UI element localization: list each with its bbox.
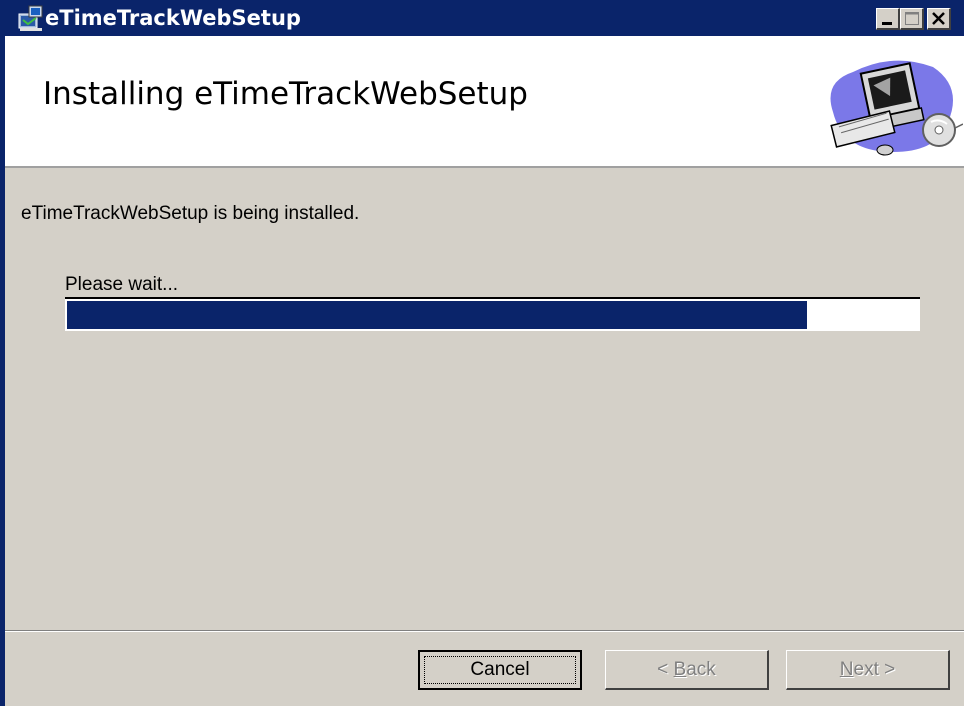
next-button-label-rest: ext > — [853, 658, 896, 680]
back-button[interactable]: < Back — [605, 650, 769, 690]
install-progress-bar — [65, 297, 920, 331]
header-banner: Installing eTimeTrackWebSetup — [5, 36, 964, 168]
back-button-prefix: < — [657, 658, 674, 680]
minimize-icon — [882, 22, 892, 25]
back-button-accelerator: B — [673, 658, 687, 680]
next-button[interactable]: Next > — [786, 650, 950, 690]
window-title: eTimeTrackWebSetup — [45, 6, 301, 30]
installer-icon[interactable] — [17, 4, 45, 32]
cancel-button[interactable]: Cancel — [418, 650, 582, 690]
maximize-icon — [905, 12, 919, 25]
please-wait-label: Please wait... — [65, 274, 178, 295]
maximize-button[interactable] — [900, 8, 924, 30]
footer-divider — [5, 630, 964, 632]
installer-window: eTimeTrackWebSetup Installing eTimeTrack… — [0, 0, 964, 706]
close-icon — [932, 12, 945, 25]
cancel-button-label: Cancel — [470, 659, 530, 680]
close-button[interactable] — [927, 8, 951, 30]
install-status-text: eTimeTrackWebSetup is being installed. — [21, 203, 360, 224]
install-progress-fill — [67, 301, 807, 329]
page-title: Installing eTimeTrackWebSetup — [43, 76, 528, 112]
minimize-button[interactable] — [876, 8, 900, 30]
title-bar[interactable]: eTimeTrackWebSetup — [5, 0, 964, 36]
computer-cd-icon — [813, 52, 964, 162]
next-button-accelerator: N — [839, 658, 854, 680]
back-button-label-rest: ack — [686, 658, 716, 680]
